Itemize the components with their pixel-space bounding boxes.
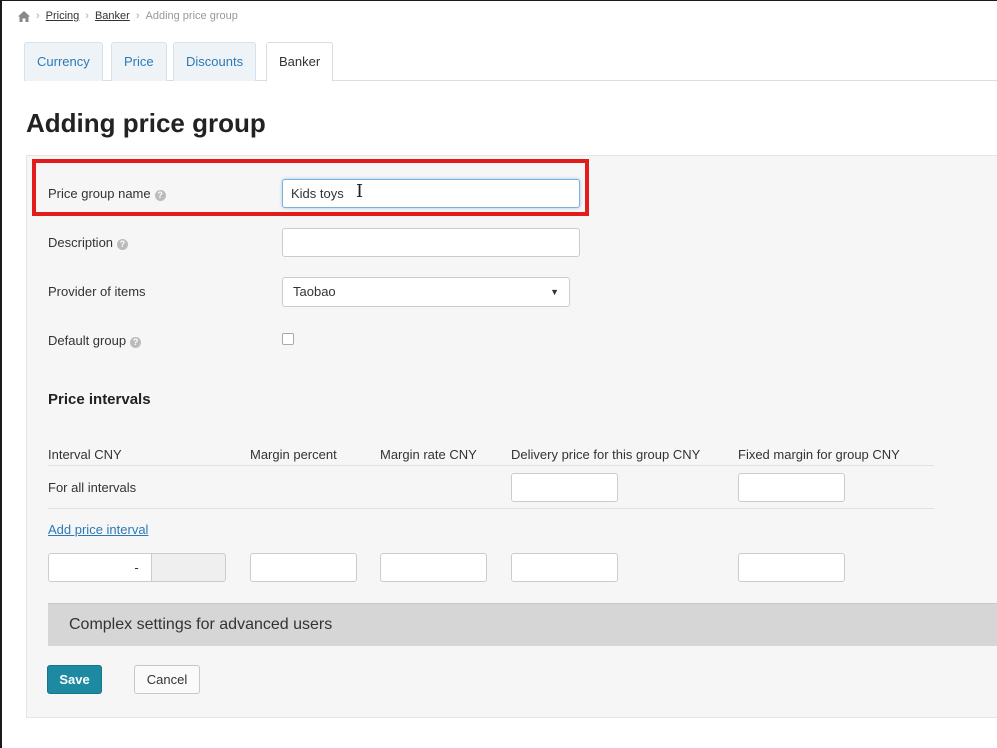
breadcrumb-current: Adding price group <box>145 10 238 22</box>
provider-label: Provider of items <box>48 284 146 299</box>
margin-rate-input[interactable] <box>380 553 487 582</box>
col-header-interval: Interval CNY <box>48 447 122 462</box>
tab-discounts[interactable]: Discounts <box>173 42 257 81</box>
add-price-interval-link[interactable]: Add price interval <box>48 522 148 537</box>
fixed-margin-input[interactable] <box>738 553 845 582</box>
page-title: Adding price group <box>26 108 266 138</box>
interval-to-input[interactable] <box>151 553 226 582</box>
col-header-margin-rate: Margin rate CNY <box>380 447 477 462</box>
all-delivery-price-input[interactable] <box>511 473 618 502</box>
description-input[interactable] <box>282 228 580 257</box>
breadcrumb-banker[interactable]: Banker <box>95 10 130 22</box>
default-group-label: Default group? <box>48 333 142 348</box>
cancel-button[interactable]: Cancel <box>134 665 200 694</box>
all-intervals-label: For all intervals <box>48 480 137 495</box>
breadcrumb-separator: › <box>85 10 89 22</box>
interval-separator: - <box>122 553 151 582</box>
col-header-delivery-price: Delivery price for this group CNY <box>511 447 701 462</box>
col-header-fixed-margin: Fixed margin for group CNY <box>738 447 900 462</box>
provider-select[interactable]: Taobao ▼ <box>282 277 570 307</box>
caret-down-icon: ▼ <box>550 287 559 297</box>
breadcrumb-pricing[interactable]: Pricing <box>46 10 80 22</box>
margin-percent-input[interactable] <box>250 553 357 582</box>
description-label: Description? <box>48 235 129 250</box>
breadcrumb-separator: › <box>36 10 40 22</box>
tab-currency[interactable]: Currency <box>24 42 103 81</box>
tab-price[interactable]: Price <box>111 42 167 81</box>
all-fixed-margin-input[interactable] <box>738 473 845 502</box>
price-intervals-title: Price intervals <box>48 391 151 408</box>
col-header-margin-percent: Margin percent <box>250 447 337 462</box>
advanced-settings-label: Complex settings for advanced users <box>69 616 333 633</box>
breadcrumb-separator: › <box>135 10 140 22</box>
delivery-price-input[interactable] <box>511 553 618 582</box>
breadcrumb: › Pricing › Banker › Adding price group <box>18 10 238 22</box>
provider-selected-value: Taobao <box>293 284 336 299</box>
help-icon[interactable]: ? <box>130 337 142 348</box>
table-divider <box>48 508 934 509</box>
table-divider <box>48 465 934 466</box>
save-button[interactable]: Save <box>47 665 102 694</box>
tab-banker[interactable]: Banker <box>266 42 334 82</box>
highlight-box <box>32 159 589 216</box>
help-icon[interactable]: ? <box>117 239 129 250</box>
default-group-checkbox[interactable] <box>282 333 294 345</box>
home-icon[interactable] <box>18 10 30 22</box>
advanced-settings-toggle[interactable]: Complex settings for advanced users <box>48 603 997 646</box>
interval-from-input[interactable] <box>48 553 123 582</box>
tab-bar: Currency Price Discounts Banker <box>24 42 997 82</box>
